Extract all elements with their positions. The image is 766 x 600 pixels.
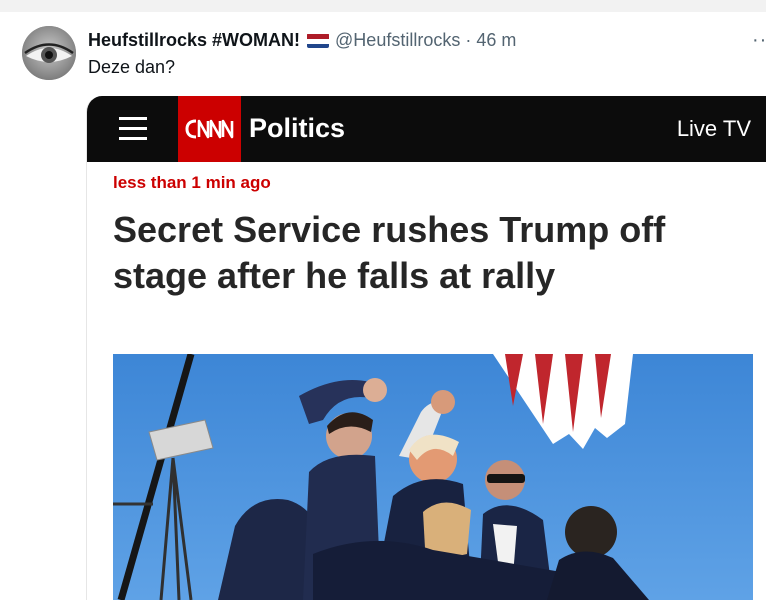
avatar-eye-image <box>22 26 76 80</box>
netherlands-flag-icon <box>307 33 330 48</box>
more-options-icon[interactable]: ·· <box>752 30 766 50</box>
live-tv-link: Live TV <box>676 116 751 141</box>
news-photo <box>113 354 753 600</box>
separator-dot: · <box>465 29 472 50</box>
cnn-header-bar: Politics Live TV <box>87 96 766 162</box>
cnn-logo <box>178 96 241 162</box>
display-name[interactable]: Heufstillrocks #WOMAN! <box>88 30 300 51</box>
top-strip <box>0 0 766 12</box>
article-headline: Secret Service rushes Trump off stage af… <box>113 209 666 296</box>
user-handle[interactable]: @Heufstillrocks <box>335 30 460 51</box>
post-time[interactable]: 46 m <box>476 30 516 51</box>
tweet-header: Heufstillrocks #WOMAN! @Heufstillrocks ·… <box>88 28 516 52</box>
avatar[interactable] <box>22 26 76 80</box>
tweet-media-image[interactable]: Politics Live TV less than 1 min ago Sec… <box>86 96 766 600</box>
section-title: Politics <box>249 113 346 143</box>
tweet-text: Deze dan? <box>88 57 176 77</box>
hamburger-menu-icon <box>119 117 147 141</box>
article-timestamp: less than 1 min ago <box>113 173 271 192</box>
cnn-logo-mark <box>184 119 233 139</box>
